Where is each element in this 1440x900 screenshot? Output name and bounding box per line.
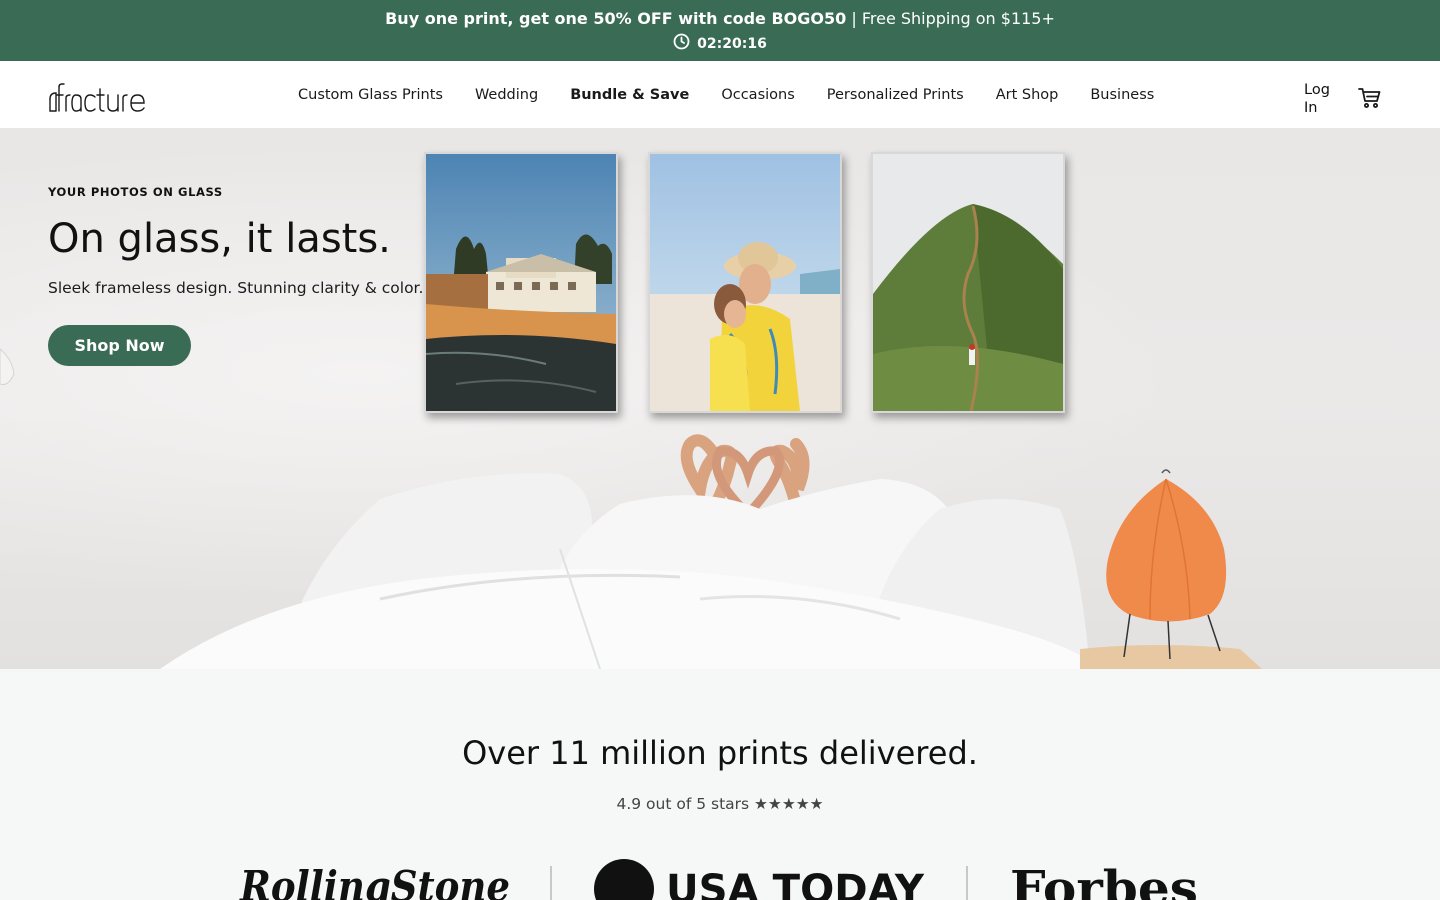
clock-icon bbox=[673, 33, 690, 55]
hero-banner: YOUR PHOTOS ON GLASS On glass, it lasts.… bbox=[0, 129, 1440, 669]
rating-text: 4.9 out of 5 stars ★★★★★ bbox=[616, 795, 824, 813]
promo-offer-text: Buy one print, get one 50% OFF with code… bbox=[385, 9, 847, 28]
nav-item-occasions[interactable]: Occasions bbox=[705, 87, 810, 103]
nav-item-bundle-save[interactable]: Bundle & Save bbox=[554, 87, 705, 103]
press-divider bbox=[966, 866, 968, 900]
svg-text:USA TODAY: USA TODAY bbox=[666, 867, 925, 900]
nav-item-art-shop[interactable]: Art Shop bbox=[980, 87, 1075, 103]
usatoday-logo: USA TODAY bbox=[592, 855, 926, 900]
glass-print-beach-houses bbox=[424, 152, 618, 413]
nav-item-wedding[interactable]: Wedding bbox=[459, 87, 554, 103]
countdown-timer: 02:20:16 bbox=[697, 36, 767, 52]
promo-separator: | bbox=[846, 9, 862, 28]
promo-countdown: 02:20:16 bbox=[0, 33, 1440, 55]
promo-banner[interactable]: Buy one print, get one 50% OFF with code… bbox=[0, 0, 1440, 61]
main-navigation: Custom Glass Prints Wedding Bundle & Sav… bbox=[0, 61, 1440, 129]
shop-now-button[interactable]: Shop Now bbox=[48, 325, 191, 366]
hero-subtitle: Sleek frameless design. Stunning clarity… bbox=[48, 279, 424, 297]
glass-print-green-hill bbox=[871, 152, 1065, 413]
hero-eyebrow: YOUR PHOTOS ON GLASS bbox=[48, 185, 223, 199]
svg-text:Forbes: Forbes bbox=[1010, 861, 1198, 900]
fracture-logo[interactable] bbox=[48, 83, 152, 113]
promo-message: Buy one print, get one 50% OFF with code… bbox=[0, 9, 1440, 29]
login-link[interactable]: Log In bbox=[1304, 81, 1344, 117]
nav-item-personalized-prints[interactable]: Personalized Prints bbox=[811, 87, 980, 103]
glass-print-mother-child bbox=[648, 152, 842, 413]
press-divider bbox=[550, 866, 552, 900]
nav-item-custom-glass-prints[interactable]: Custom Glass Prints bbox=[282, 87, 459, 103]
stats-headline: Over 11 million prints delivered. bbox=[462, 734, 978, 772]
svg-text:RollingStone: RollingStone bbox=[239, 862, 510, 900]
promo-shipping-text: Free Shipping on $115+ bbox=[861, 9, 1055, 28]
hero-title: On glass, it lasts. bbox=[48, 216, 391, 262]
forbes-logo: Forbes bbox=[1008, 855, 1202, 900]
rollingstone-logo: RollingStone bbox=[238, 855, 514, 900]
nav-item-business[interactable]: Business bbox=[1074, 87, 1170, 103]
nav-menu: Custom Glass Prints Wedding Bundle & Sav… bbox=[282, 61, 1170, 129]
cart-icon[interactable] bbox=[1358, 87, 1382, 113]
